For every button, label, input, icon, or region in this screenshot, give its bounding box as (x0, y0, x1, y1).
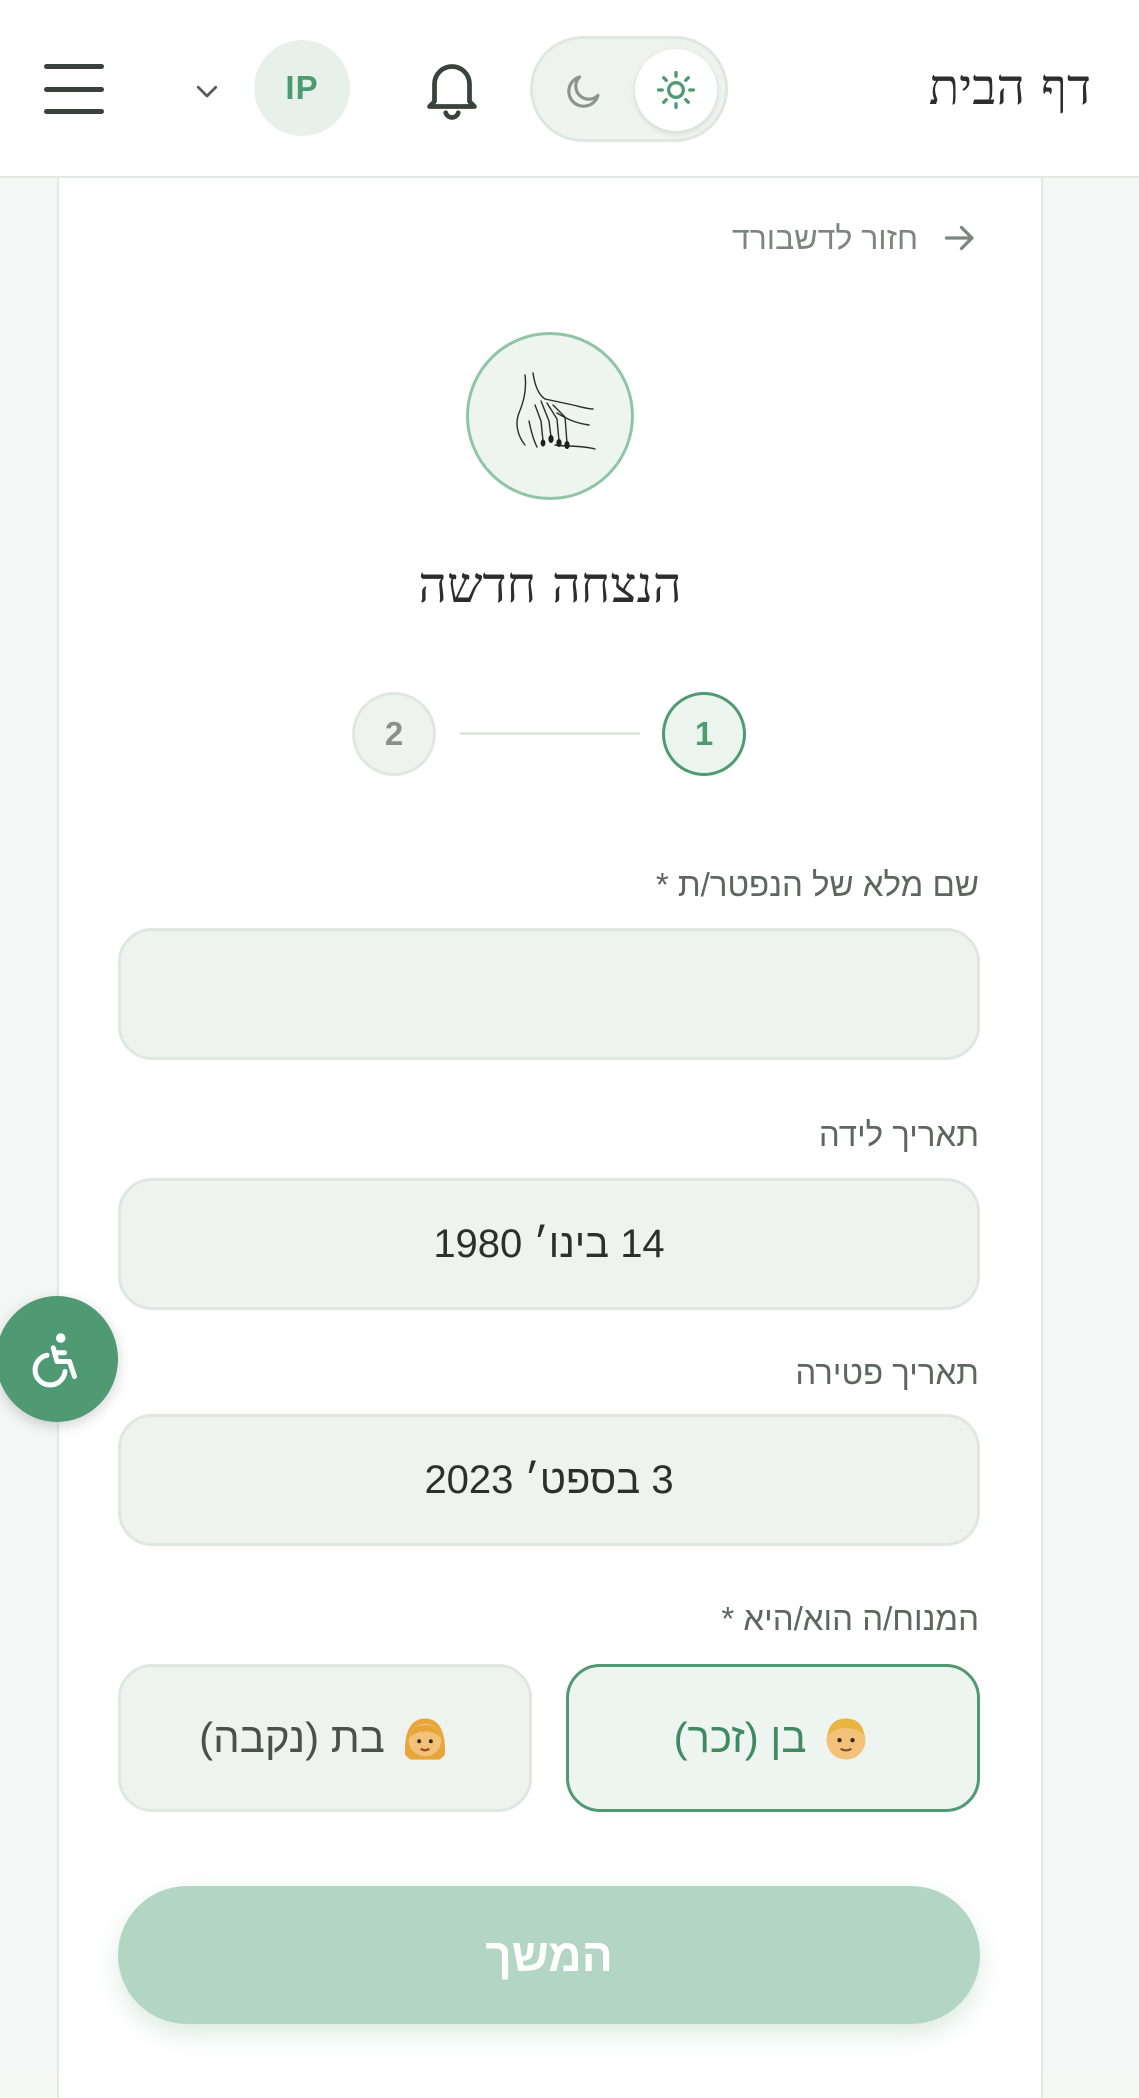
page-background-right (1043, 180, 1139, 2076)
gender-option-male[interactable]: בן (זכר) (566, 1664, 980, 1812)
full-name-input[interactable] (121, 931, 977, 1057)
gender-label: המנוח/ה הוא/היא * (721, 1600, 979, 1637)
birth-date-label: תאריך לידה (818, 1116, 979, 1153)
back-to-dashboard-link[interactable]: חזור לדשבורד (720, 214, 980, 262)
stepper-step-1: 1 (662, 692, 746, 776)
death-date-label: תאריך פטירה (795, 1354, 979, 1391)
hamburger-menu-icon[interactable] (44, 64, 104, 114)
gender-female-label: בת (נקבה) (199, 1714, 385, 1761)
wheelchair-icon (32, 1333, 77, 1388)
birth-date-value: 14 בינו׳ 1980 (433, 1221, 665, 1266)
theme-toggle[interactable] (530, 36, 728, 142)
stepper-step-2: 2 (352, 692, 436, 776)
back-link-label: חזור לדשבורד (731, 219, 918, 256)
holding-hands-icon (516, 372, 596, 450)
continue-button[interactable]: המשך (118, 1886, 980, 2024)
brand-home-link[interactable]: דף הבית (929, 58, 1091, 116)
death-date-picker[interactable]: 3 בספט׳ 2023 (118, 1414, 980, 1546)
sun-icon (656, 70, 696, 110)
accessibility-button[interactable] (0, 1296, 118, 1422)
memorial-hands-illustration (466, 332, 634, 500)
theme-toggle-knob[interactable] (635, 49, 717, 131)
avatar-initials: IP (285, 69, 319, 106)
arrow-right-icon (944, 225, 974, 251)
page-background-left (0, 180, 58, 2076)
stepper-connector (460, 732, 640, 735)
birth-date-picker[interactable]: 14 בינו׳ 1980 (118, 1178, 980, 1310)
page-title: הנצחה חדשה (418, 556, 682, 614)
bell-icon[interactable] (422, 56, 482, 122)
death-date-value: 3 בספט׳ 2023 (424, 1457, 674, 1502)
gender-option-female[interactable]: בת (נקבה) (118, 1664, 532, 1812)
full-name-field (118, 928, 980, 1060)
user-avatar[interactable]: IP (254, 40, 350, 136)
top-header: IP דף הבית (0, 0, 1139, 178)
chevron-down-icon[interactable] (192, 76, 222, 106)
man-emoji-icon (826, 1718, 866, 1760)
moon-icon[interactable] (563, 70, 605, 112)
gender-male-label: בן (זכר) (673, 1714, 807, 1761)
full-name-label: שם מלא של הנפטר/ת * (655, 866, 979, 903)
woman-emoji-icon (404, 1718, 445, 1760)
